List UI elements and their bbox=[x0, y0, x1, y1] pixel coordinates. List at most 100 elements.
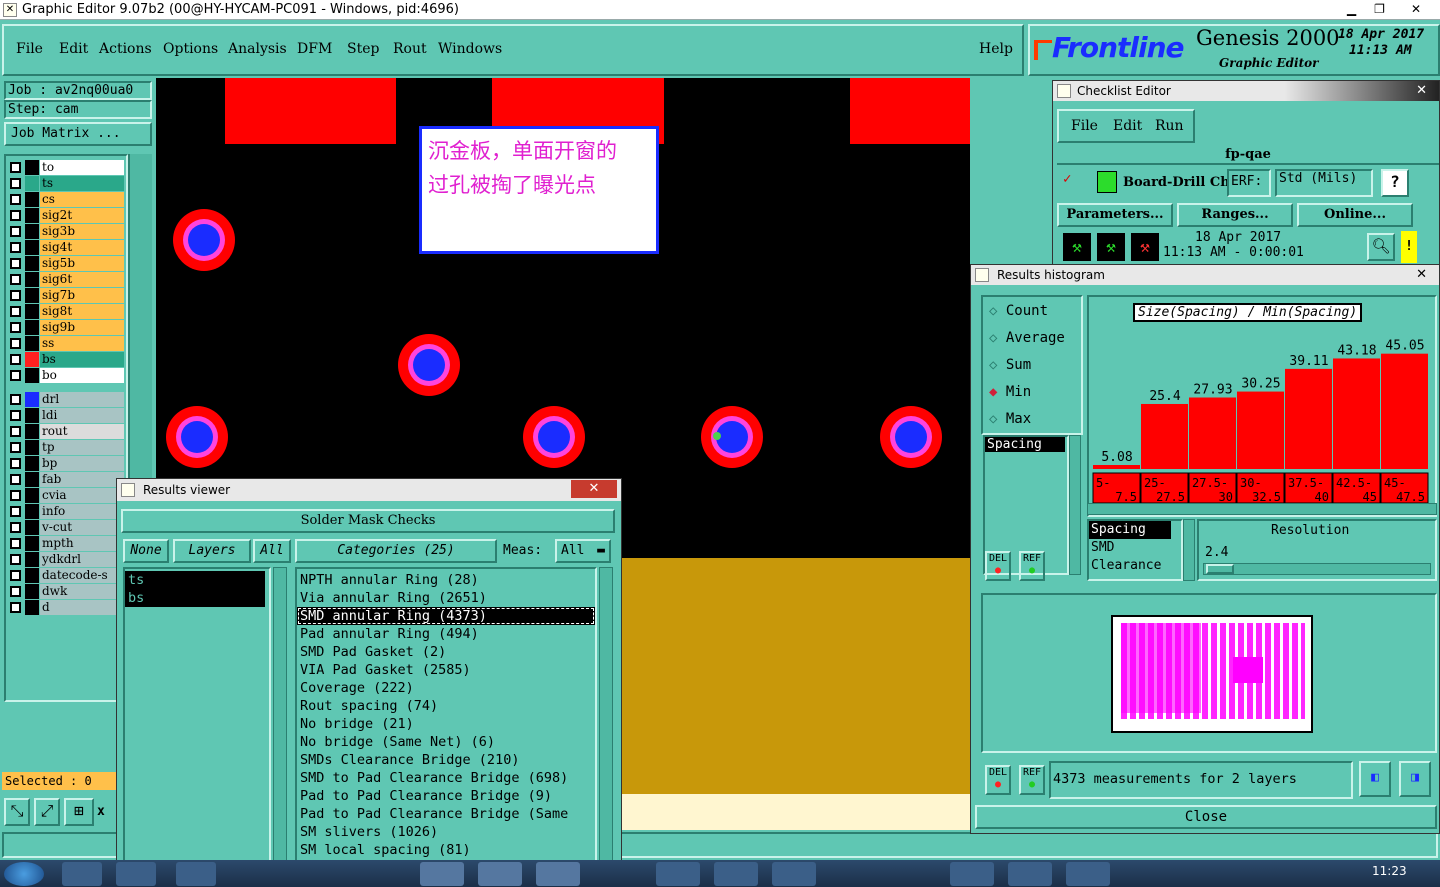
histogram-bar[interactable] bbox=[1333, 358, 1380, 469]
result-category-item[interactable]: SM local spacing (81) bbox=[297, 841, 595, 859]
histogram-bar[interactable] bbox=[1237, 391, 1284, 469]
histogram-bar[interactable] bbox=[1381, 353, 1428, 469]
layer-row[interactable]: drl bbox=[8, 392, 124, 407]
histogram-hscroll[interactable] bbox=[1087, 503, 1437, 515]
layer-row[interactable]: sig9b bbox=[8, 320, 124, 335]
online-button[interactable]: Online... bbox=[1297, 203, 1413, 227]
erf-value-field[interactable]: Std (Mils) bbox=[1275, 169, 1373, 197]
layer-row[interactable]: sig2t bbox=[8, 208, 124, 223]
layer-row[interactable]: mpth bbox=[8, 536, 124, 551]
layer-checkbox[interactable] bbox=[10, 226, 21, 237]
results-ref-button[interactable]: REF ● bbox=[1019, 765, 1045, 795]
layers-button[interactable]: Layers bbox=[173, 539, 251, 563]
layer-checkbox[interactable] bbox=[10, 506, 21, 517]
menu-help[interactable]: Help bbox=[979, 41, 1013, 57]
layer-checkbox[interactable] bbox=[10, 322, 21, 333]
histogram-bar[interactable] bbox=[1285, 368, 1332, 469]
taskbar-app-window-3[interactable] bbox=[536, 862, 580, 886]
layer-row[interactable]: sig5b bbox=[8, 256, 124, 271]
zoom-tool-button[interactable]: ⤡ bbox=[4, 798, 30, 826]
layer-row[interactable]: ldi bbox=[8, 408, 124, 423]
metric-scrollbar[interactable] bbox=[1183, 519, 1195, 581]
taskbar-app-genesis[interactable] bbox=[176, 862, 216, 886]
ranges-button[interactable]: Ranges... bbox=[1177, 203, 1293, 227]
minimize-button[interactable]: ▁ bbox=[1338, 0, 1365, 18]
menu-options[interactable]: Options bbox=[163, 41, 218, 57]
taskbar-app-frontline-1[interactable] bbox=[656, 862, 700, 886]
layer-results-scrollbar[interactable] bbox=[273, 567, 287, 863]
start-button[interactable] bbox=[4, 862, 44, 886]
result-category-item[interactable]: SMD annular Ring (4373) bbox=[297, 607, 595, 625]
checklist-menu-file[interactable]: File bbox=[1071, 118, 1098, 134]
layer-row[interactable]: rout bbox=[8, 424, 124, 439]
parameters-button[interactable]: Parameters... bbox=[1057, 203, 1173, 227]
meas-select[interactable]: All ▬ bbox=[555, 539, 611, 563]
maximize-button[interactable]: ❐ bbox=[1366, 0, 1393, 18]
help-button[interactable]: ? bbox=[1381, 169, 1409, 197]
layer-checkbox[interactable] bbox=[10, 258, 21, 269]
layer-row[interactable]: to bbox=[8, 160, 124, 175]
mode-option-average[interactable]: ◇ Average bbox=[989, 330, 1065, 346]
checklist-close-icon[interactable]: ✕ bbox=[1416, 81, 1427, 101]
result-category-item[interactable]: SMD Pad Gasket (2) bbox=[297, 643, 595, 661]
taskbar-app-save[interactable] bbox=[116, 862, 156, 886]
menu-step[interactable]: Step bbox=[347, 41, 379, 57]
category-item[interactable]: Spacing bbox=[985, 437, 1065, 452]
layer-checkbox[interactable] bbox=[10, 554, 21, 565]
mode-option-sum[interactable]: ◇ Sum bbox=[989, 357, 1031, 373]
histogram-close-icon[interactable]: ✕ bbox=[1416, 265, 1427, 285]
layer-row[interactable]: cvia bbox=[8, 488, 124, 503]
menu-edit[interactable]: Edit bbox=[59, 41, 88, 57]
layer-row[interactable]: ss bbox=[8, 336, 124, 351]
result-category-item[interactable]: SMDs Clearance Bridge (210) bbox=[297, 751, 595, 769]
menu-file[interactable]: File bbox=[16, 41, 43, 57]
all-button[interactable]: All bbox=[253, 539, 291, 563]
layer-row[interactable]: sig8t bbox=[8, 304, 124, 319]
result-category-item[interactable]: SMD to Pad Clearance Bridge (698) bbox=[297, 769, 595, 787]
checklist-menu-run[interactable]: Run bbox=[1155, 118, 1184, 134]
layer-row[interactable]: info bbox=[8, 504, 124, 519]
menu-analysis[interactable]: Analysis bbox=[228, 41, 287, 57]
result-category-item[interactable]: VIA Pad Gasket (2585) bbox=[297, 661, 595, 679]
result-category-item[interactable]: No bridge (Same Net) (6) bbox=[297, 733, 595, 751]
checklist-menu-edit[interactable]: Edit bbox=[1113, 118, 1142, 134]
result-category-item[interactable]: Pad annular Ring (494) bbox=[297, 625, 595, 643]
layer-checkbox[interactable] bbox=[10, 210, 21, 221]
category-results-scrollbar[interactable] bbox=[599, 567, 613, 863]
layer-checkbox[interactable] bbox=[10, 490, 21, 501]
close-window-button[interactable]: ✕ bbox=[1396, 0, 1436, 18]
layer-checkbox[interactable] bbox=[10, 570, 21, 581]
metric-item[interactable]: Clearance bbox=[1089, 557, 1181, 575]
histogram-close-button[interactable]: Close bbox=[975, 805, 1437, 829]
menu-rout[interactable]: Rout bbox=[393, 41, 427, 57]
layer-row[interactable]: d bbox=[8, 600, 124, 615]
result-category-item[interactable]: NPTH annular Ring (28) bbox=[297, 571, 595, 589]
layer-row[interactable]: sig4t bbox=[8, 240, 124, 255]
layer-row[interactable]: sig7b bbox=[8, 288, 124, 303]
layer-checkbox[interactable] bbox=[10, 538, 21, 549]
run-all-icon[interactable]: ⚒ bbox=[1097, 233, 1125, 261]
layer-checkbox[interactable] bbox=[10, 306, 21, 317]
histogram-ref-button[interactable]: REF ● bbox=[1019, 551, 1045, 581]
layer-row[interactable]: bp bbox=[8, 456, 124, 471]
layer-checkbox[interactable] bbox=[10, 602, 21, 613]
taskbar-app-frontline-2[interactable] bbox=[714, 862, 758, 886]
layer-checkbox[interactable] bbox=[10, 162, 21, 173]
result-category-item[interactable]: SM slivers (1026) bbox=[297, 823, 595, 841]
layer-checkbox[interactable] bbox=[10, 458, 21, 469]
histogram-bar[interactable] bbox=[1093, 465, 1140, 469]
none-button[interactable]: None bbox=[123, 539, 169, 563]
results-close-icon[interactable]: ✕ bbox=[571, 480, 617, 498]
categories-button[interactable]: Categories (25) bbox=[295, 539, 497, 563]
metric-item[interactable]: SMD bbox=[1089, 539, 1181, 557]
result-category-item[interactable]: Pad to Pad Clearance Bridge (Same bbox=[297, 805, 595, 823]
result-category-item[interactable]: Pad to Pad Clearance Bridge (9) bbox=[297, 787, 595, 805]
results-del-button[interactable]: DEL ● bbox=[985, 765, 1011, 795]
zoom-results-button[interactable]: 🔍︎ bbox=[1367, 233, 1395, 261]
category-scrollbar[interactable] bbox=[1069, 435, 1081, 575]
menu-windows[interactable]: Windows bbox=[438, 41, 502, 57]
histogram-del-button[interactable]: DEL ● bbox=[985, 551, 1011, 581]
layer-checkbox[interactable] bbox=[10, 442, 21, 453]
histogram-bar[interactable] bbox=[1141, 403, 1188, 469]
stop-run-icon[interactable]: ⚒ bbox=[1131, 233, 1159, 261]
